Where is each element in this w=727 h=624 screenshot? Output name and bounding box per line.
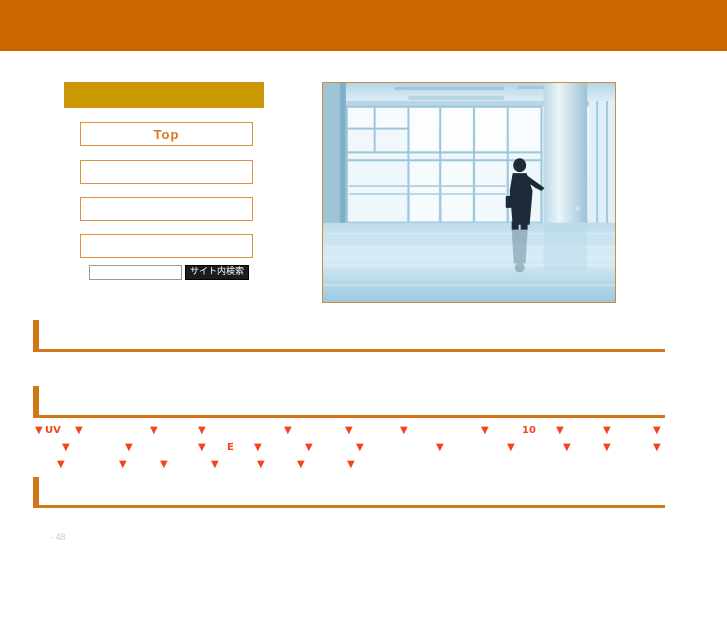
sidebar-item-top-label: Top [80, 122, 253, 146]
glyph-triangle: ▼ [198, 442, 206, 453]
sidebar-nav [64, 82, 266, 108]
page-number: - 48 [50, 532, 66, 542]
glyph-triangle: ▼ [257, 459, 265, 470]
section-one-hbar [33, 349, 665, 352]
glyph-triangle: ▼ [653, 442, 661, 453]
glyph-triangle: ▼ [305, 442, 313, 453]
glyph-triangle: ▼ [481, 425, 489, 436]
glyph-triangle: ▼ [356, 442, 364, 453]
glyph-triangle: ▼ [75, 425, 83, 436]
glyph-row-2: ▼ ▼ ▼ E ▼ ▼ ▼ ▼ ▼ ▼ ▼ ▼ [35, 442, 715, 459]
glyph-triangle: ▼ [603, 442, 611, 453]
sidebar-gold-header [64, 82, 264, 108]
section-three-hbar [33, 505, 665, 508]
sidebar-item-2-label [80, 160, 253, 184]
hero-image [322, 82, 616, 303]
content-glyph-rows: ▼ UV ▼ ▼ ▼ ▼ ▼ ▼ ▼ 10 ▼ ▼ ▼ ▼ ▼ ▼ E ▼ ▼ … [35, 425, 715, 476]
sidebar-item-3[interactable] [80, 197, 253, 221]
glyph-triangle: ▼ [507, 442, 515, 453]
section-three-vbar [33, 477, 39, 508]
glyph-triangle: ▼ [284, 425, 292, 436]
glyph-triangle: ▼ [436, 442, 444, 453]
section-two-hbar [33, 415, 665, 418]
glyph-triangle: ▼ [57, 459, 65, 470]
glyph-triangle: ▼ [347, 459, 355, 470]
glyph-triangle: ▼ [345, 425, 353, 436]
glyph-triangle: ▼ [150, 425, 158, 436]
glyph-triangle: ▼ [211, 459, 219, 470]
glyph-triangle: ▼ [603, 425, 611, 436]
sidebar-item-top[interactable]: Top [80, 122, 253, 146]
glyph-row-3: ▼ ▼ ▼ ▼ ▼ ▼ ▼ [35, 459, 715, 476]
glyph-triangle: ▼ [119, 459, 127, 470]
glyph-triangle: ▼ [653, 425, 661, 436]
sidebar-item-3-label [80, 197, 253, 221]
glyph-label-uv: UV [45, 425, 61, 436]
glyph-triangle: ▼ [563, 442, 571, 453]
glyph-triangle: ▼ [254, 442, 262, 453]
hero-illustration [323, 83, 615, 302]
sidebar-item-4-label [80, 234, 253, 258]
glyph-triangle: ▼ [297, 459, 305, 470]
top-banner [0, 0, 727, 51]
section-two-vbar [33, 386, 39, 418]
glyph-triangle: ▼ [35, 425, 43, 436]
glyph-triangle: ▼ [400, 425, 408, 436]
glyph-triangle: ▼ [198, 425, 206, 436]
section-one-vbar [33, 320, 39, 352]
glyph-label-e: E [227, 442, 234, 453]
glyph-triangle: ▼ [62, 442, 70, 453]
site-search: サイト内検索 [89, 265, 250, 280]
glyph-triangle: ▼ [125, 442, 133, 453]
glyph-row-1: ▼ UV ▼ ▼ ▼ ▼ ▼ ▼ ▼ 10 ▼ ▼ ▼ [35, 425, 715, 442]
glyph-label-10: 10 [522, 425, 536, 436]
search-input[interactable] [89, 265, 182, 280]
search-submit-button[interactable]: サイト内検索 [185, 265, 250, 280]
glyph-triangle: ▼ [556, 425, 564, 436]
sidebar-item-2[interactable] [80, 160, 253, 184]
sidebar-item-4[interactable] [80, 234, 253, 258]
glyph-triangle: ▼ [160, 459, 168, 470]
